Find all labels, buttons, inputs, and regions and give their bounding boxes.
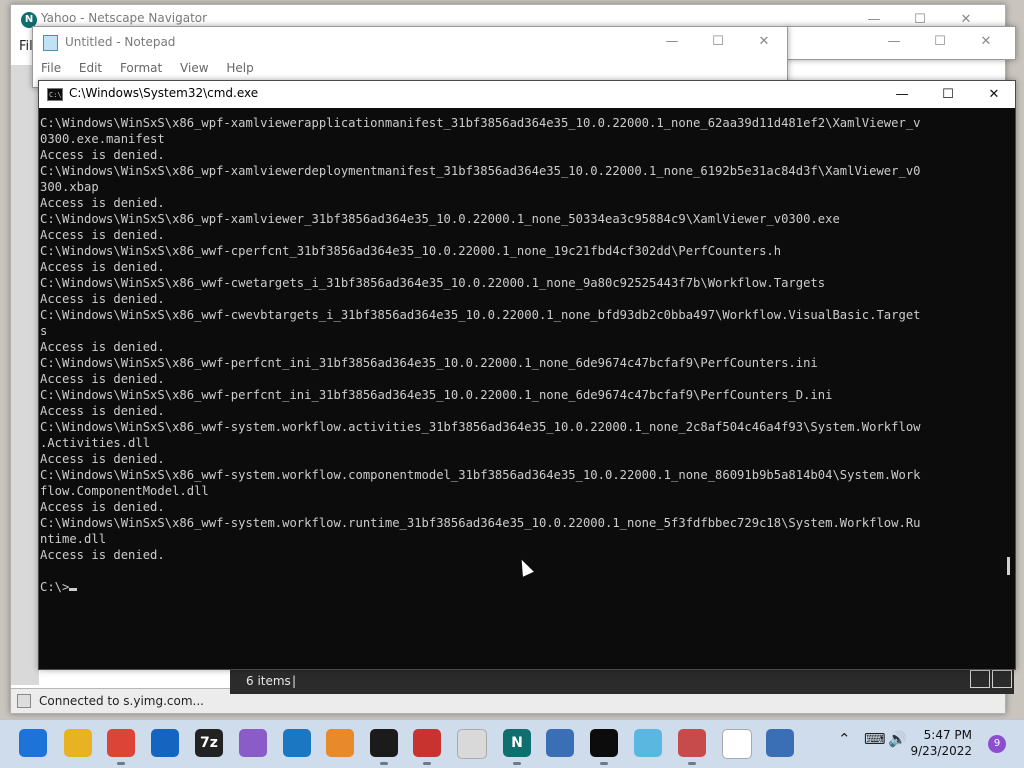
console-line: .Activities.dll <box>40 436 151 450</box>
netscape-status-text: Connected to s.yimg.com... <box>39 694 204 708</box>
tiles-view-icon[interactable] <box>992 670 1012 688</box>
console-line: C:\Windows\WinSxS\x86_wwf-cwevbtargets_i… <box>40 308 921 322</box>
notepad-icon <box>43 35 58 51</box>
cmd-console-output[interactable]: C:\Windows\WinSxS\x86_wpf-xamlviewerappl… <box>40 115 1002 595</box>
console-line: Access is denied. <box>40 404 165 418</box>
console-line: Access is denied. <box>40 340 165 354</box>
running-indicator <box>423 762 431 765</box>
notepad-window: Untitled - Notepad — ☐ ✕ File Edit Forma… <box>32 26 788 88</box>
taskbar: 7z N ⌃ ⌨ 🔊 5:47 PM 9/23/2022 9 <box>0 719 1024 768</box>
cmd-minimize-button[interactable]: — <box>879 81 925 108</box>
netscape-side-panel <box>11 65 39 685</box>
console-line: Access is denied. <box>40 260 165 274</box>
console-line: C:\Windows\WinSxS\x86_wpf-xamlviewer_31b… <box>40 212 840 226</box>
notepad-titlebar[interactable]: Untitled - Notepad — ☐ ✕ <box>33 27 787 57</box>
background-window: — ☐ ✕ <box>786 26 1016 60</box>
cmd-icon[interactable] <box>590 729 618 757</box>
cmd-close-button[interactable]: ✕ <box>971 81 1015 108</box>
book-icon[interactable] <box>457 729 487 759</box>
clock-date: 9/23/2022 <box>910 744 972 758</box>
console-line: C:\Windows\WinSxS\x86_wwf-cperfcnt_31bf3… <box>40 244 782 258</box>
running-indicator <box>688 762 696 765</box>
notification-badge[interactable]: 9 <box>988 735 1006 753</box>
console-line: ntime.dll <box>40 532 107 546</box>
clock[interactable]: 5:47 PM 9/23/2022 <box>910 727 972 759</box>
clock-time: 5:47 PM <box>923 728 972 742</box>
console-line: flow.ComponentModel.dll <box>40 484 209 498</box>
notepad-menu-bar[interactable]: File Edit Format View Help <box>41 61 254 75</box>
volume-icon[interactable]: 🔊 <box>888 730 907 748</box>
paper-icon[interactable] <box>634 729 662 757</box>
media-player-icon[interactable] <box>326 729 354 757</box>
console-line: C:\Windows\WinSxS\x86_wwf-system.workflo… <box>40 516 921 530</box>
cmd-title: C:\Windows\System32\cmd.exe <box>69 86 259 100</box>
details-view-icon[interactable] <box>970 670 990 688</box>
console-line: C:\Windows\WinSxS\x86_wwf-system.workflo… <box>40 420 921 434</box>
background-close-button[interactable]: ✕ <box>963 27 1009 57</box>
console-line: C:\Windows\WinSxS\x86_wwf-perfcnt_ini_31… <box>40 356 818 370</box>
notepad-close-button[interactable]: ✕ <box>741 27 787 57</box>
defender-shield-icon[interactable] <box>151 729 179 757</box>
console-line: s <box>40 324 48 338</box>
console-line: C:\Windows\WinSxS\x86_wpf-xamlviewerdepl… <box>40 164 921 178</box>
chevron-up-icon[interactable]: ⌃ <box>838 730 851 748</box>
start-icon[interactable] <box>19 729 47 757</box>
text-cursor <box>69 588 78 591</box>
chrome-icon[interactable] <box>107 729 135 757</box>
cmd-maximize-button[interactable]: ☐ <box>925 81 971 108</box>
console-line: C:\Windows\WinSxS\x86_wpf-xamlviewerappl… <box>40 116 921 130</box>
console-line: C:\> <box>40 579 1002 595</box>
file-explorer-icon[interactable] <box>64 729 92 757</box>
network-icon[interactable] <box>283 729 311 757</box>
console-line: Access is denied. <box>40 196 165 210</box>
notepad-title: Untitled - Notepad <box>65 35 176 49</box>
console-line: Access is denied. <box>40 228 165 242</box>
calculator-icon[interactable] <box>678 729 706 757</box>
running-indicator <box>513 762 521 765</box>
sticky-notes-icon[interactable] <box>239 729 267 757</box>
background-minimize-button[interactable]: — <box>871 27 917 57</box>
console-line: Access is denied. <box>40 500 165 514</box>
running-indicator <box>600 762 608 765</box>
netscape-icon[interactable]: N <box>503 729 531 757</box>
console-line: C:\Windows\WinSxS\x86_wwf-perfcnt_ini_31… <box>40 388 833 402</box>
notepad-maximize-button[interactable]: ☐ <box>695 27 741 57</box>
network-computer-icon[interactable] <box>766 729 794 757</box>
console-line: Access is denied. <box>40 292 165 306</box>
computer-icon[interactable] <box>546 729 574 757</box>
explorer-item-count: 6 items <box>246 674 291 688</box>
terminal-icon[interactable] <box>370 729 398 757</box>
console-line: Access is denied. <box>40 148 165 162</box>
blank-document-icon[interactable] <box>722 729 752 759</box>
running-indicator <box>117 762 125 765</box>
cmd-window: C:\ C:\Windows\System32\cmd.exe — ☐ ✕ C:… <box>38 80 1016 670</box>
background-maximize-button[interactable]: ☐ <box>917 27 963 57</box>
console-line: 300.xbap <box>40 180 99 194</box>
console-line: Access is denied. <box>40 372 165 386</box>
explorer-status-separator: | <box>292 674 297 688</box>
console-line: 0300.exe.manifest <box>40 132 165 146</box>
cmd-window-icon: C:\ <box>47 88 63 101</box>
toolbox-icon[interactable] <box>413 729 441 757</box>
cmd-titlebar[interactable]: C:\ C:\Windows\System32\cmd.exe — ☐ ✕ <box>39 81 1015 108</box>
running-indicator <box>380 762 388 765</box>
connection-icon <box>17 694 31 708</box>
console-line: C:\Windows\WinSxS\x86_wwf-system.workflo… <box>40 468 921 482</box>
notepad-minimize-button[interactable]: — <box>649 27 695 57</box>
console-line: Access is denied. <box>40 452 165 466</box>
cmd-scroll-thumb[interactable] <box>1007 557 1010 575</box>
netscape-file-menu[interactable]: Fil <box>19 39 33 54</box>
console-line: C:\Windows\WinSxS\x86_wwf-cwetargets_i_3… <box>40 276 826 290</box>
7zip-icon[interactable]: 7z <box>195 729 223 757</box>
netscape-title: Yahoo - Netscape Navigator <box>41 11 208 25</box>
network-status-icon[interactable]: ⌨ <box>864 730 886 748</box>
